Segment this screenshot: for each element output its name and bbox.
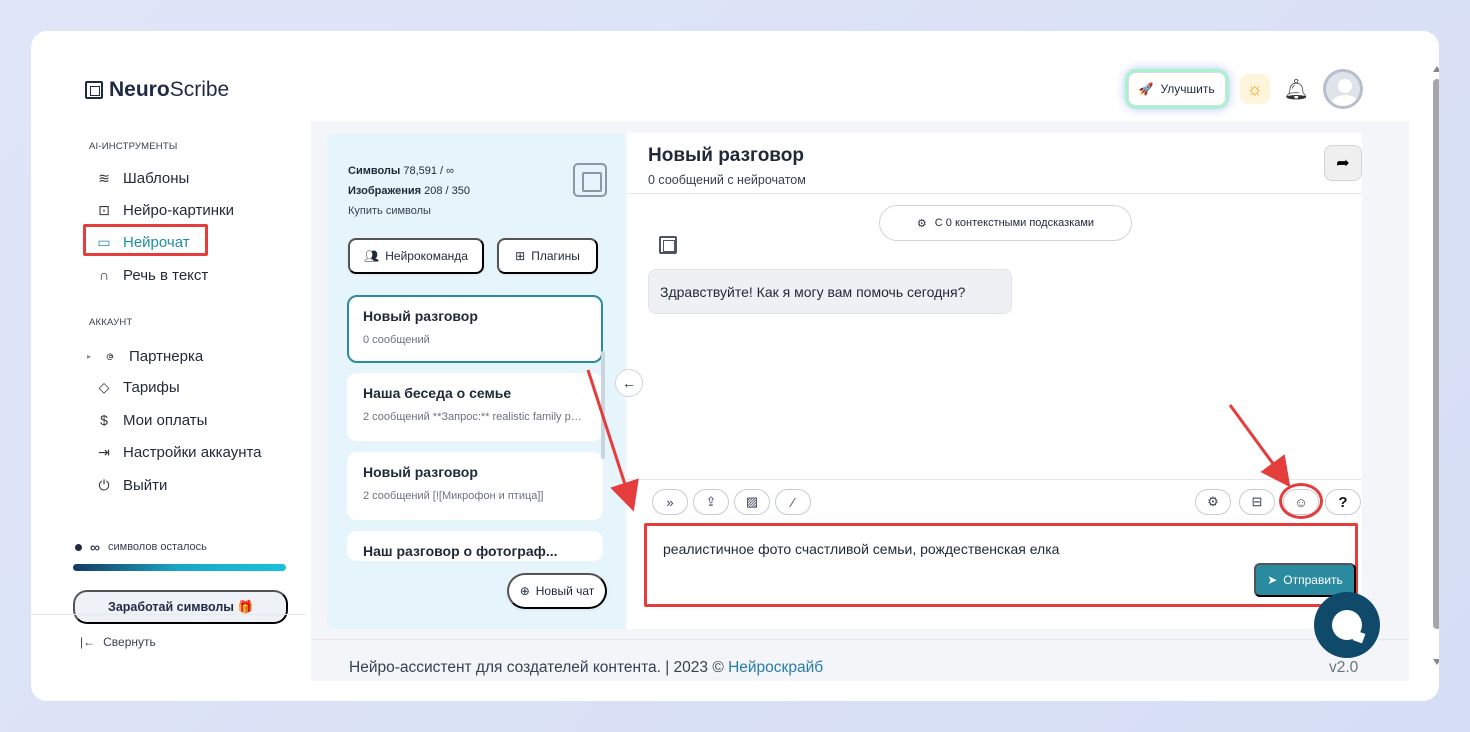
- sidebar-item-speech-to-text[interactable]: ∩ Речь в текст: [95, 263, 208, 287]
- chat-list-scrollbar[interactable]: [601, 351, 605, 459]
- chat-list-item[interactable]: Наша беседа о семье 2 сообщений **Запрос…: [347, 373, 603, 441]
- caret-right-icon: ▸: [87, 351, 92, 361]
- chat-title: Новый разговор: [648, 145, 804, 166]
- arrow-left-icon[interactable]: ←: [615, 369, 643, 397]
- new-chat-button[interactable]: ⊕ Новый чат: [507, 573, 607, 609]
- send-icon: ➤: [1267, 573, 1278, 587]
- rocket-icon: 🚀: [1138, 82, 1154, 96]
- sidebar-item-neuro-images[interactable]: ⊡ Нейро-картинки: [95, 198, 234, 222]
- page-scrollbar[interactable]: [1433, 79, 1439, 629]
- share-button[interactable]: ➦: [1324, 145, 1362, 181]
- sidebar-item-partner[interactable]: ▸ ဇ Партнерка: [87, 344, 203, 368]
- app-logo[interactable]: NeuroScribe: [85, 78, 229, 102]
- chat-icon: ▭: [97, 233, 111, 250]
- chat-list-panel: Символы 78,591 / ∞ Изображения 208 / 350…: [327, 133, 625, 629]
- bell-icon[interactable]: 🔔︎: [1284, 77, 1309, 102]
- message-input[interactable]: реалистичное фото счастливой семьи, рожд…: [663, 541, 1059, 557]
- message-input-box[interactable]: реалистичное фото счастливой семьи, рожд…: [644, 523, 1358, 607]
- chevrons-down-icon[interactable]: »: [652, 489, 688, 515]
- topbar-actions: 🚀 Улучшить ☼ 🔔︎: [1127, 69, 1363, 109]
- sidebar-item-payments[interactable]: $ Мои оплаты: [95, 408, 207, 432]
- section-label-account: АККАУНТ: [89, 317, 133, 328]
- sidebar-item-neurochat[interactable]: ▭ Нейрочат: [95, 230, 189, 254]
- chat-subtitle: 0 сообщений с нейрочатом: [648, 173, 806, 187]
- logo-icon: [573, 163, 607, 197]
- footer-link[interactable]: Нейроскрайб: [728, 659, 823, 676]
- share-icon: ➦: [1336, 155, 1350, 172]
- login-icon: ⇥: [98, 443, 110, 460]
- magic-wand-icon[interactable]: ⁄: [775, 489, 811, 515]
- chat-list-item[interactable]: Наш разговор о фотограф...: [347, 531, 603, 561]
- sidebar-item-templates[interactable]: ≋ Шаблоны: [95, 166, 189, 190]
- footer: Нейро-ассистент для создателей контента.…: [349, 659, 824, 676]
- chat-list-item[interactable]: Новый разговор 2 сообщений [![Микрофон и…: [347, 452, 603, 520]
- sidebar-item-account-settings[interactable]: ⇥ Настройки аккаунта: [95, 440, 261, 464]
- earn-symbols-button[interactable]: Заработай символы 🎁: [73, 590, 288, 624]
- theme-toggle-sun-icon[interactable]: ☼: [1239, 74, 1270, 104]
- scroll-up-icon[interactable]: [1433, 66, 1439, 72]
- sidebar-item-tariffs[interactable]: ◇ Тарифы: [95, 375, 180, 399]
- chat-list-item[interactable]: Новый разговор 0 сообщений: [347, 295, 603, 363]
- users-icon: ဇ: [105, 346, 115, 363]
- sidebar-item-logout[interactable]: ⏻ Выйти: [95, 473, 167, 497]
- image-icon[interactable]: ▨: [734, 489, 770, 515]
- collapse-sidebar-button[interactable]: |← Свернуть: [80, 635, 156, 649]
- plus-circle-icon: ⊕: [519, 584, 530, 598]
- bot-message: Здравствуйте! Как я могу вам помочь сего…: [648, 269, 1012, 314]
- symbols-progress-bar: [73, 564, 286, 571]
- layers-icon: ≋: [98, 169, 110, 186]
- template-icon[interactable]: ⊟: [1239, 489, 1275, 515]
- version-label: v2.0: [1329, 659, 1359, 676]
- scroll-down-icon[interactable]: [1433, 659, 1439, 665]
- power-icon: ⏻: [98, 476, 110, 493]
- avatar[interactable]: [1323, 69, 1363, 109]
- settings-icon[interactable]: ⚙: [1195, 489, 1231, 515]
- brain-icon: ⚙︎: [916, 217, 927, 230]
- team-icon: 👥︎: [364, 249, 380, 263]
- logo-icon: [85, 81, 103, 99]
- usage-stats: Символы 78,591 / ∞ Изображения 208 / 350…: [348, 161, 470, 221]
- upload-icon[interactable]: ⇪: [693, 489, 729, 515]
- buy-symbols-link[interactable]: Купить символы: [348, 201, 470, 221]
- dollar-icon: $: [100, 412, 108, 428]
- section-label-tools: AI-ИНСТРУМЕНТЫ: [89, 141, 178, 152]
- tag-icon: ◇: [98, 378, 110, 395]
- grid-icon: ⊞: [515, 249, 526, 263]
- context-hints-button[interactable]: ⚙︎ С 0 контекстными подсказками: [879, 205, 1132, 241]
- chat-panel: Новый разговор 0 сообщений с нейрочатом …: [627, 133, 1362, 629]
- help-button[interactable]: ?: [1325, 489, 1361, 515]
- support-chat-icon[interactable]: [1314, 592, 1380, 658]
- status-dot: [75, 543, 82, 551]
- app-window: NeuroScribe 🚀 Улучшить ☼ 🔔︎ AI-ИНСТРУМЕН…: [31, 31, 1439, 701]
- upgrade-button[interactable]: 🚀 Улучшить: [1127, 72, 1226, 106]
- headphones-icon: ∩: [98, 267, 110, 283]
- collapse-icon: |←: [80, 635, 96, 649]
- bot-avatar-icon: [659, 236, 677, 254]
- image-icon: ⊡: [98, 201, 110, 218]
- plugins-button[interactable]: ⊞ Плагины: [497, 238, 598, 274]
- symbols-remaining: ∞ символов осталось: [75, 539, 207, 555]
- robot-icon[interactable]: ☺: [1283, 489, 1319, 515]
- neuroteam-button[interactable]: 👥︎ Нейрокоманда: [348, 238, 484, 274]
